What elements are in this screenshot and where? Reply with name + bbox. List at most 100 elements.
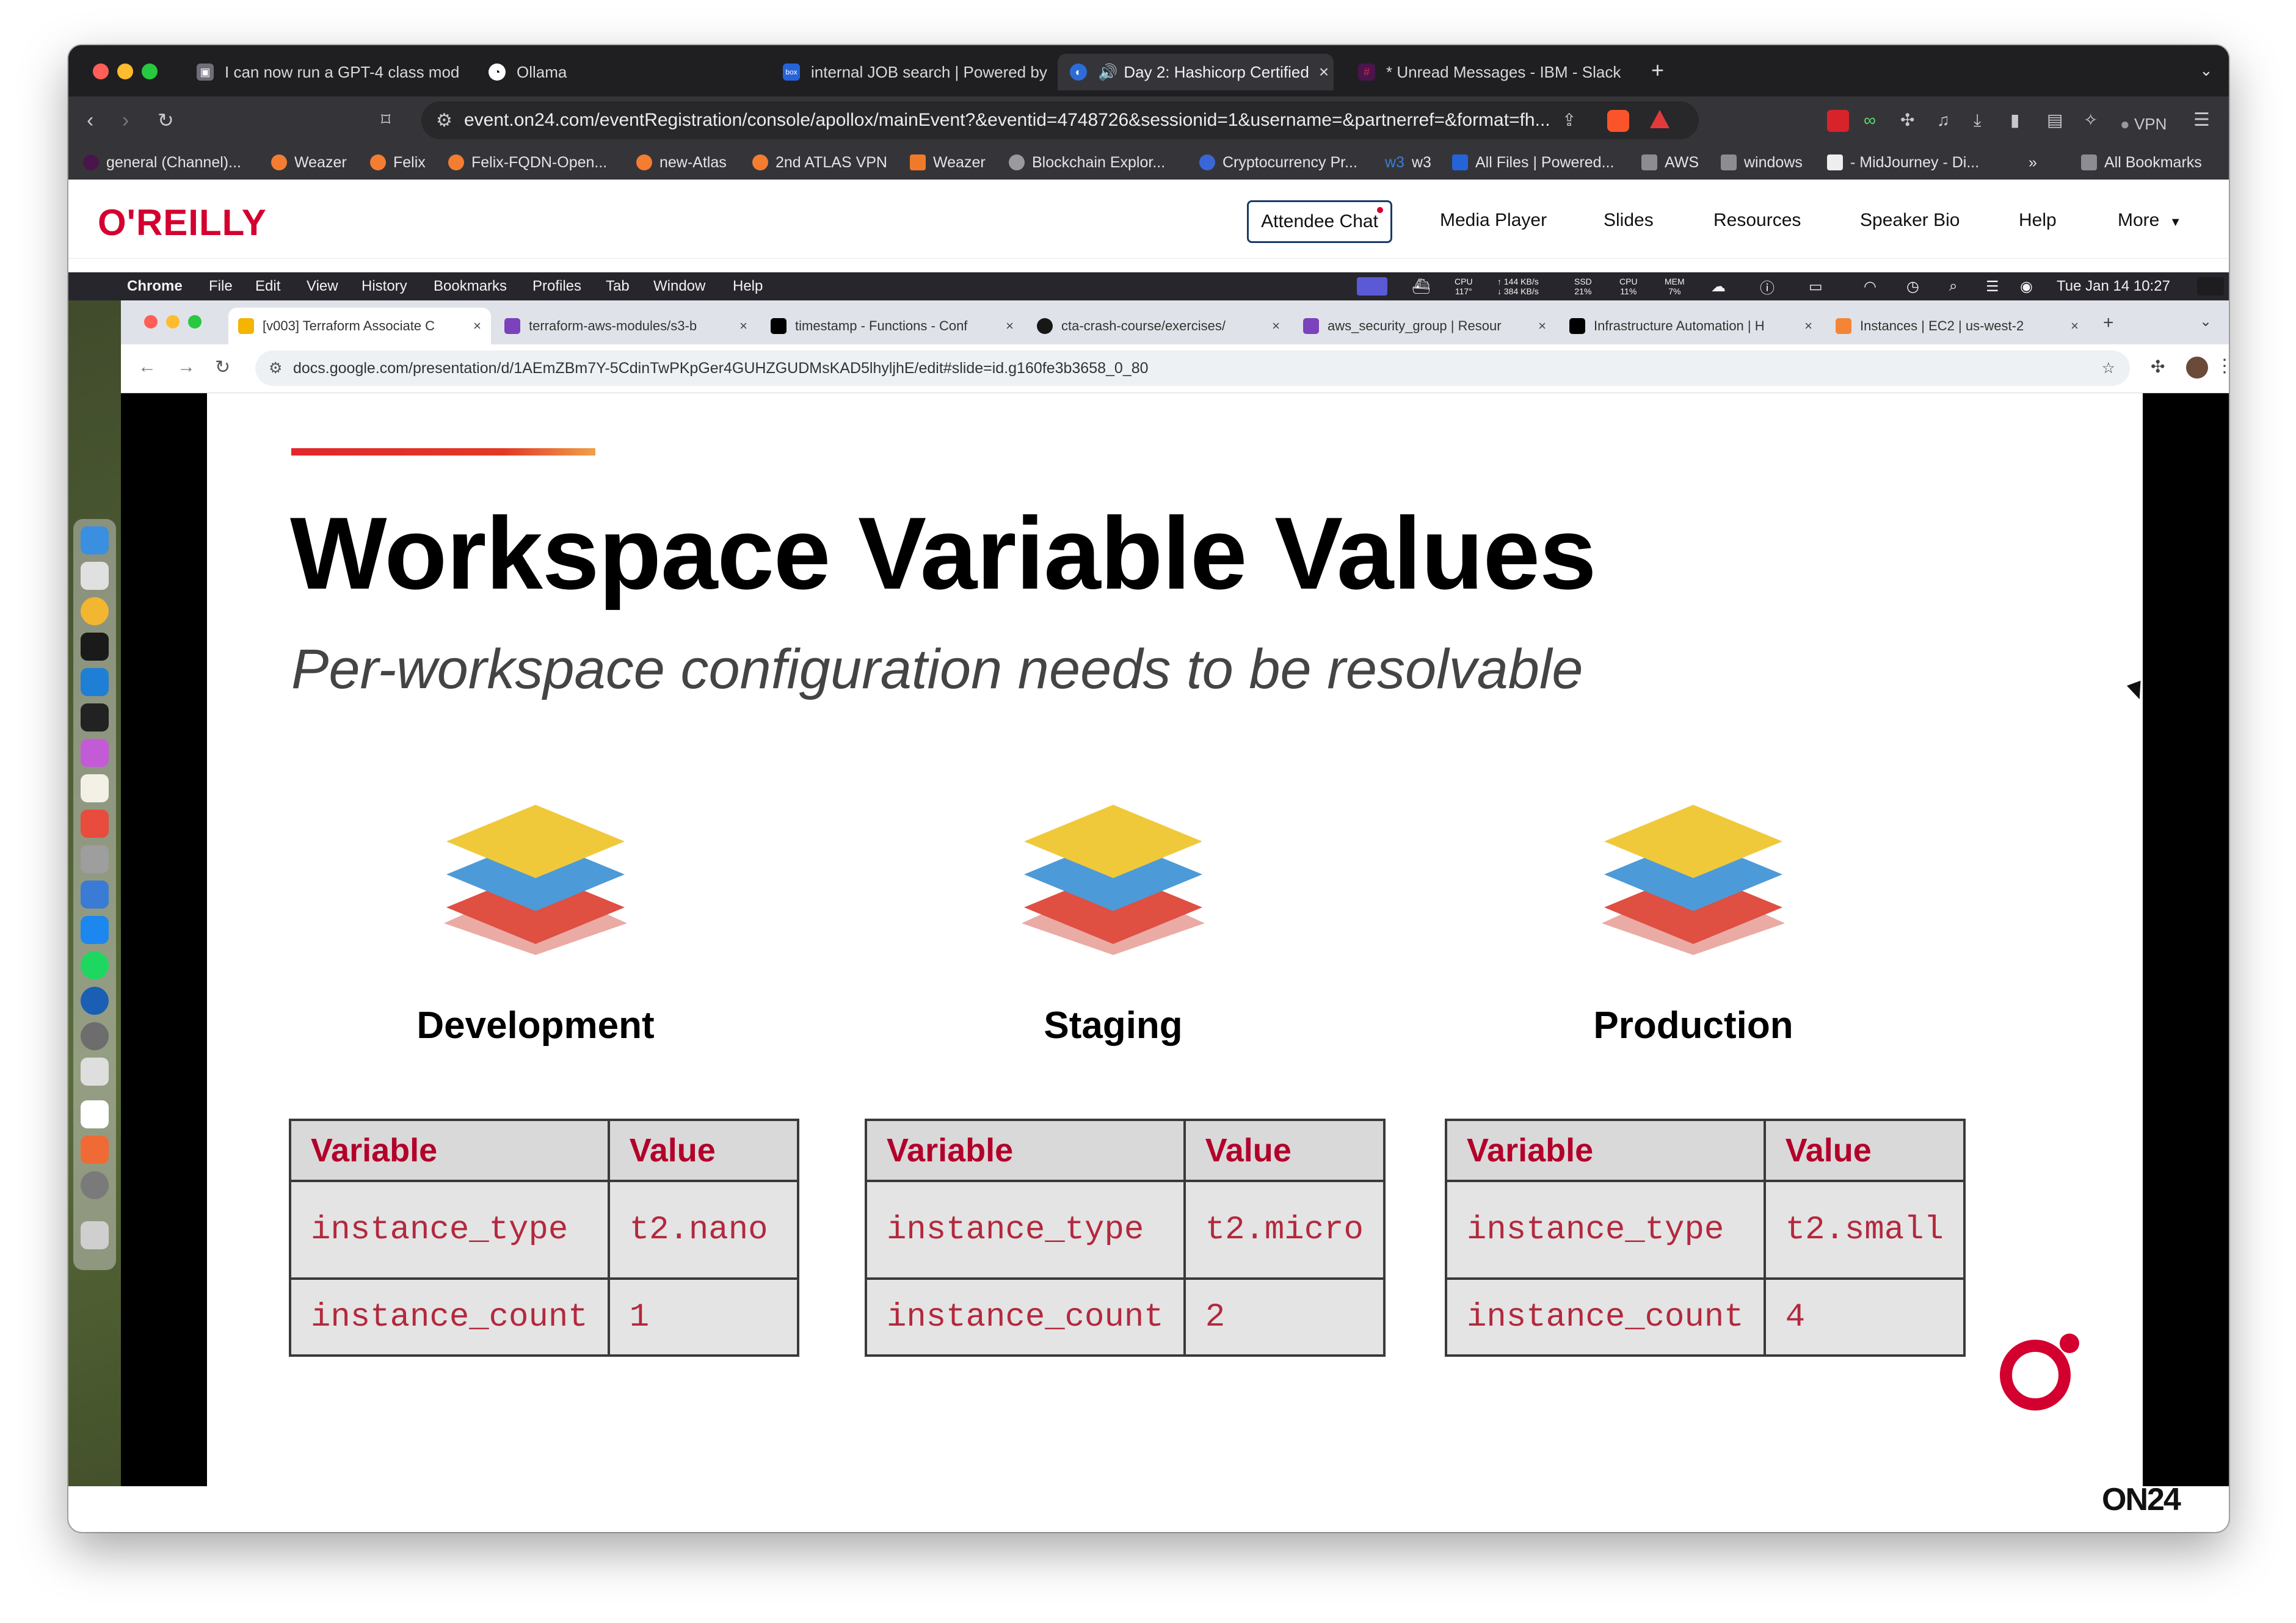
inner-minimize-button[interactable]: [166, 315, 180, 329]
menu-edit: Edit: [255, 278, 281, 294]
close-tab-icon[interactable]: ×: [1531, 318, 1546, 334]
extensions-icon[interactable]: ✣: [2151, 357, 2165, 377]
bookmark-item[interactable]: Blockchain Explor...: [1009, 153, 1165, 172]
resources-link[interactable]: Resources: [1713, 210, 1801, 231]
inner-back-icon[interactable]: ←: [138, 357, 156, 377]
inner-tab[interactable]: timestamp - Functions - Conf ×: [761, 308, 1023, 344]
media-player-link[interactable]: Media Player: [1440, 210, 1547, 231]
inner-close-button[interactable]: [144, 315, 158, 329]
extensions-puzzle-icon[interactable]: ✣: [1900, 109, 1914, 132]
menu-history: History: [361, 278, 407, 294]
close-tab-icon[interactable]: ×: [1797, 318, 1812, 334]
bookmarks-bar: general (Channel)... Weazer Felix Felix-…: [68, 144, 2229, 180]
inner-url-bar[interactable]: ⚙ docs.google.com/presentation/d/1AEmZBm…: [255, 350, 2130, 386]
maximize-window-button[interactable]: [142, 64, 158, 79]
inner-tab[interactable]: aws_security_group | Resour ×: [1293, 308, 1556, 344]
inner-tab[interactable]: cta-crash-course/exercises/×: [1027, 308, 1290, 344]
browser-tab[interactable]: # * Unread Messages - IBM - Slack: [1346, 54, 1691, 90]
close-tab-icon[interactable]: ×: [2063, 318, 2079, 334]
bookmark-folder[interactable]: windows: [1721, 153, 1803, 172]
bookmark-star-icon[interactable]: ☆: [2102, 359, 2115, 377]
tab-search-chevron-icon[interactable]: ⌄: [2200, 59, 2213, 82]
inner-reload-icon[interactable]: ↻: [215, 357, 230, 378]
help-link[interactable]: Help: [2019, 210, 2057, 231]
bookmark-icon[interactable]: ⌑: [381, 109, 390, 132]
weather-icon: ☁: [1711, 278, 1726, 295]
forward-icon[interactable]: ›: [122, 109, 129, 132]
extension-glasses-icon[interactable]: ∞: [1864, 109, 1876, 132]
bookmark-item[interactable]: 2nd ATLAS VPN: [752, 153, 887, 172]
new-tab-button[interactable]: +: [1651, 59, 1664, 82]
inner-tab[interactable]: terraform-aws-modules/s3-b ×: [495, 308, 757, 344]
video-stream[interactable]: Chrome File Edit View History Bookmarks …: [68, 272, 2229, 1486]
reload-icon[interactable]: ↻: [158, 109, 174, 132]
inner-tab-active[interactable]: [v003] Terraform Associate C ×: [228, 308, 491, 344]
share-icon[interactable]: ⇪: [1562, 109, 1576, 132]
bookmark-item[interactable]: All Files | Powered...: [1452, 153, 1614, 172]
inner-menu-icon[interactable]: ⋮: [2215, 355, 2229, 377]
bookmark-folder[interactable]: All Bookmarks: [2081, 153, 2202, 172]
inner-address-toolbar: ← → ↻ ⚙ docs.google.com/presentation/d/1…: [121, 344, 2229, 393]
oreilly-o-logo-icon: [2000, 1334, 2079, 1411]
bookmark-item[interactable]: Weazer: [271, 153, 347, 172]
table-header-row: Variable Value: [289, 1119, 799, 1182]
extension-icon[interactable]: [1827, 110, 1849, 132]
slides-link[interactable]: Slides: [1604, 210, 1654, 231]
speaker-bio-link[interactable]: Speaker Bio: [1860, 210, 1960, 231]
oreilly-logo[interactable]: O'REILLY: [98, 202, 267, 244]
bookmarks-overflow-icon[interactable]: »: [2029, 153, 2037, 172]
inner-maximize-button[interactable]: [188, 315, 202, 329]
audio-playing-icon[interactable]: 🔊: [1098, 63, 1117, 82]
screenshot-icon: [81, 562, 109, 590]
inner-new-tab-button[interactable]: +: [2103, 313, 2114, 333]
close-tab-icon[interactable]: ×: [998, 318, 1014, 334]
close-window-button[interactable]: [93, 64, 109, 79]
close-tab-icon[interactable]: ×: [466, 318, 481, 334]
bookmark-item[interactable]: - MidJourney - Di...: [1827, 153, 1979, 172]
browser-tab[interactable]: ▣ I can now run a GPT-4 class mod: [184, 54, 471, 90]
inner-forward-icon[interactable]: →: [177, 357, 195, 377]
more-menu[interactable]: More ▼: [2118, 210, 2182, 231]
attendee-chat-button[interactable]: Attendee Chat: [1247, 200, 1392, 243]
sidebar-icon[interactable]: ▮: [2010, 109, 2019, 132]
vpn-button[interactable]: ● VPN: [2120, 112, 2167, 136]
browser-tab[interactable]: ◔ Ollama: [476, 54, 763, 90]
close-tab-icon[interactable]: ×: [732, 318, 747, 334]
close-tab-icon[interactable]: ×: [1309, 62, 1329, 82]
site-settings-icon[interactable]: ⚙: [436, 110, 452, 131]
bookmark-item[interactable]: general (Channel)...: [83, 153, 241, 172]
media-controls-icon[interactable]: ♫: [1937, 109, 1950, 132]
wallet-icon[interactable]: ▤: [2047, 109, 2063, 132]
menu-icon[interactable]: ☰: [2193, 109, 2210, 132]
bookmark-item[interactable]: Felix: [370, 153, 426, 172]
downloads-icon[interactable]: ⤓: [1974, 109, 1981, 132]
profile-avatar[interactable]: [2186, 357, 2208, 379]
menu-file: File: [209, 278, 233, 294]
app-icon: [81, 880, 109, 909]
env-name-development: Development: [416, 1004, 655, 1047]
inner-tab[interactable]: Instances | EC2 | us-west-2 ×: [1826, 308, 2088, 344]
bookmark-item[interactable]: Felix-FQDN-Open...: [448, 153, 607, 172]
url-bar[interactable]: ⚙ event.on24.com/eventRegistration/conso…: [421, 101, 1699, 139]
inner-tab-search-icon[interactable]: ⌄: [2200, 313, 2212, 330]
back-icon[interactable]: ‹: [87, 109, 93, 132]
zotero-icon: [81, 1136, 109, 1164]
browser-tab-active[interactable]: ◐ 🔊 Day 2: Hashicorp Certified ×: [1058, 54, 1334, 90]
leo-ai-icon[interactable]: ✧: [2083, 109, 2098, 132]
brave-shields-icon[interactable]: [1607, 110, 1629, 132]
site-info-icon[interactable]: ⚙: [269, 359, 282, 377]
bookmark-item[interactable]: new-Atlas: [636, 153, 727, 172]
slack-icon: [83, 154, 99, 170]
brave-rewards-icon[interactable]: [1650, 110, 1669, 128]
bookmark-item[interactable]: Weazer: [910, 153, 986, 172]
close-tab-icon[interactable]: ×: [1265, 318, 1280, 334]
bookmark-item[interactable]: Cryptocurrency Pr...: [1199, 153, 1357, 172]
siri-icon: ◉: [2020, 278, 2033, 295]
minimize-window-button[interactable]: [117, 64, 133, 79]
browser-tab[interactable]: box internal JOB search | Powered by: [771, 54, 1058, 90]
bookmark-folder[interactable]: AWS: [1641, 153, 1699, 172]
app-icon: [81, 1022, 109, 1050]
inner-tab[interactable]: Infrastructure Automation | H ×: [1560, 308, 1822, 344]
bookmark-item[interactable]: w3 w3: [1385, 153, 1431, 172]
table-row: instance_type t2.micro: [865, 1180, 1386, 1280]
